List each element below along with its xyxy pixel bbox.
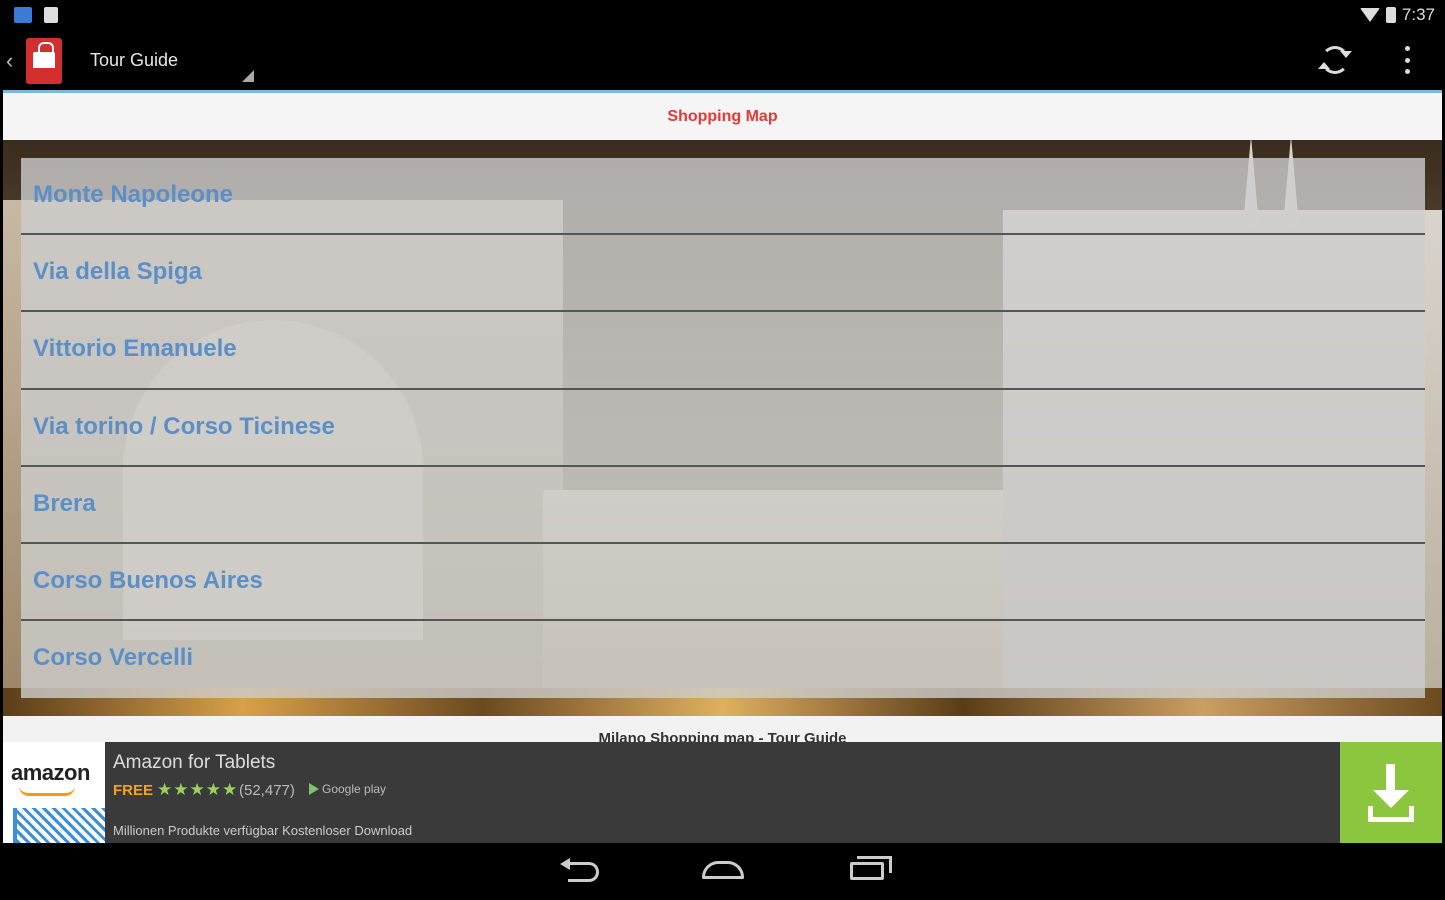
main-content: Shopping Map Monte Napoleone Via della S… xyxy=(3,90,1442,843)
list-item-label: Vittorio Emanuele xyxy=(33,335,237,363)
list-item-label: Via della Spiga xyxy=(33,258,202,286)
list-item[interactable]: Via della Spiga xyxy=(21,235,1425,313)
list-item[interactable]: Vittorio Emanuele xyxy=(21,312,1425,390)
amazon-smile-icon xyxy=(19,786,75,796)
ad-rating-count: (52,477) xyxy=(239,782,295,799)
notification-app-icon xyxy=(14,7,32,23)
app-title[interactable]: Tour Guide xyxy=(90,50,178,71)
google-play-icon xyxy=(309,783,319,795)
wifi-icon xyxy=(1359,8,1380,22)
notification-sd-icon xyxy=(44,7,58,23)
ad-rating-stars: ★★★★★ xyxy=(157,780,239,799)
list-item[interactable]: Monte Napoleone xyxy=(21,158,1425,236)
recents-icon[interactable] xyxy=(850,856,892,880)
amazon-logo-text: amazon xyxy=(11,760,90,785)
ad-title: Amazon for Tablets xyxy=(113,752,276,773)
shopping-cart-icon xyxy=(13,808,105,843)
status-bar: 7:37 xyxy=(0,0,1445,30)
list-item[interactable]: Corso Vercelli xyxy=(21,621,1425,698)
spinner-dropdown-icon[interactable] xyxy=(242,70,254,82)
list-item-label: Corso Vercelli xyxy=(33,644,194,672)
ad-download-button[interactable] xyxy=(1340,742,1442,843)
action-bar: ‹ Tour Guide xyxy=(0,30,1445,90)
back-icon[interactable] xyxy=(560,858,599,884)
overflow-menu-icon[interactable] xyxy=(1405,46,1411,74)
list-item-label: Via torino / Corso Ticinese xyxy=(33,412,335,440)
list-item-label: Corso Buenos Aires xyxy=(33,566,263,594)
ad-price: FREE xyxy=(113,782,154,799)
list-item-label: Brera xyxy=(33,489,96,517)
page-header: Shopping Map xyxy=(3,90,1442,140)
page-title: Shopping Map xyxy=(667,108,778,125)
home-icon[interactable] xyxy=(702,861,744,879)
image-caption: Milano Shopping map - Tour Guide xyxy=(3,716,1442,742)
list-item[interactable]: Via torino / Corso Ticinese xyxy=(21,390,1425,467)
status-time: 7:37 xyxy=(1401,5,1435,24)
ad-banner[interactable]: amazon Amazon for Tablets FREE ★★★★★ (52… xyxy=(3,742,1442,843)
caption-text: Milano Shopping map - Tour Guide xyxy=(598,730,847,742)
list-item[interactable]: Brera xyxy=(21,467,1425,544)
battery-icon xyxy=(1385,7,1396,23)
list-item[interactable]: Corso Buenos Aires xyxy=(21,544,1425,622)
list-item-label: Monte Napoleone xyxy=(33,181,234,208)
google-play-badge: Google play xyxy=(309,782,386,796)
app-shopping-bag-icon[interactable] xyxy=(26,38,62,84)
shopping-street-list: Monte Napoleone Via della Spiga Vittorio… xyxy=(21,158,1425,698)
refresh-icon[interactable] xyxy=(1318,46,1352,74)
amazon-logo: amazon xyxy=(3,742,105,843)
milan-background-image: Monte Napoleone Via della Spiga Vittorio… xyxy=(3,140,1442,716)
navigation-bar xyxy=(0,843,1445,900)
ad-description: Millionen Produkte verfügbar Kostenloser… xyxy=(113,823,413,838)
up-chevron-icon[interactable]: ‹ xyxy=(6,48,13,74)
